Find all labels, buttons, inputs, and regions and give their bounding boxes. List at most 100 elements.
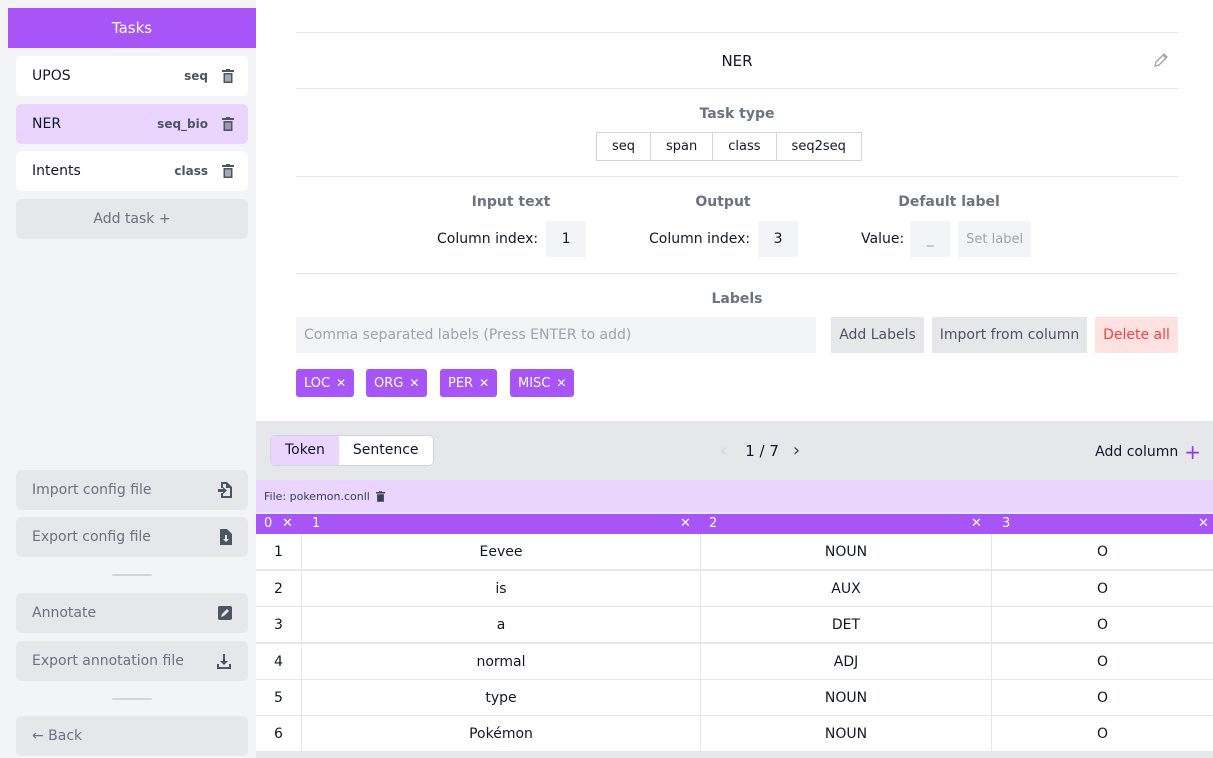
row-index: 4 xyxy=(274,654,283,670)
chevron-right-icon[interactable]: › xyxy=(793,440,800,461)
pagination: ‹ 1 / 7 › xyxy=(720,440,800,461)
task-type-title: Task type xyxy=(699,106,775,122)
table-cell[interactable]: O xyxy=(991,571,1213,607)
export-config-label: Export config file xyxy=(32,529,151,545)
divider xyxy=(296,176,1178,177)
label-chip[interactable]: ORG ✕ xyxy=(366,369,428,397)
label-chip-text: LOC xyxy=(304,375,331,391)
table-cell[interactable]: normal xyxy=(301,644,700,680)
default-label-row: Value: _ Set label xyxy=(861,221,1032,257)
table-cell[interactable]: O xyxy=(991,534,1213,570)
task-item-upos[interactable]: UPOS seq xyxy=(16,56,248,96)
add-labels-button[interactable]: Add Labels xyxy=(831,317,924,353)
divider xyxy=(296,32,1178,33)
add-task-button[interactable]: Add task + xyxy=(16,199,248,239)
close-icon[interactable]: ✕ xyxy=(1198,514,1209,534)
label-chip[interactable]: PER ✕ xyxy=(440,369,498,397)
table-cell[interactable]: NOUN xyxy=(700,534,991,570)
table-row: 4 normal ADJ O xyxy=(256,644,1213,680)
remove-icon[interactable]: ✕ xyxy=(409,376,419,390)
task-item-ner[interactable]: NER seq_bio xyxy=(16,104,248,144)
back-button[interactable]: ← Back xyxy=(16,716,248,756)
annotate-button[interactable]: Annotate xyxy=(16,593,248,633)
table-cell[interactable]: Pokémon xyxy=(301,716,700,752)
table-cell[interactable]: NOUN xyxy=(700,716,991,752)
remove-icon[interactable]: ✕ xyxy=(556,376,566,390)
output-column-index[interactable]: 3 xyxy=(758,221,799,257)
add-column-button[interactable]: Add column + xyxy=(1095,440,1201,464)
close-icon[interactable]: ✕ xyxy=(971,514,982,534)
column-header: 1 xyxy=(312,516,321,531)
table-cell[interactable]: a xyxy=(301,607,700,643)
plus-icon: + xyxy=(1184,440,1201,464)
input-text-title: Input text xyxy=(471,194,551,210)
task-item-intents[interactable]: Intents class xyxy=(16,151,248,191)
label-chip[interactable]: LOC ✕ xyxy=(296,369,355,397)
input-column-index[interactable]: 1 xyxy=(546,221,587,257)
row-index: 5 xyxy=(274,690,283,706)
table-row: 6 Pokémon NOUN O xyxy=(256,716,1213,752)
import-from-column-button[interactable]: Import from column xyxy=(932,317,1087,353)
task-type-class[interactable]: class xyxy=(713,133,777,160)
table-cell[interactable]: type xyxy=(301,680,700,716)
task-type-span[interactable]: span xyxy=(651,133,714,160)
default-value-input[interactable]: _ xyxy=(910,221,951,257)
tab-token[interactable]: Token xyxy=(271,436,339,465)
divider xyxy=(296,88,1178,89)
divider xyxy=(296,273,1178,274)
table-row: 3 a DET O xyxy=(256,607,1213,643)
task-type: seq xyxy=(184,69,208,83)
table-cell[interactable]: NOUN xyxy=(700,680,991,716)
task-type-seq2seq[interactable]: seq2seq xyxy=(776,133,861,160)
table-cell[interactable]: O xyxy=(991,680,1213,716)
trash-icon[interactable] xyxy=(222,117,234,131)
input-column-row: Column index: 1 xyxy=(437,221,587,257)
delete-all-button[interactable]: Delete all xyxy=(1095,317,1178,353)
page-indicator: 1 / 7 xyxy=(745,441,779,460)
file-download-icon xyxy=(220,529,232,545)
labels-input[interactable] xyxy=(296,317,816,353)
label-chip-text: ORG xyxy=(374,375,404,391)
set-label-button[interactable]: Set label xyxy=(958,221,1032,257)
table-row: 1 Eevee NOUN O xyxy=(256,534,1213,570)
sidebar-title: Tasks xyxy=(8,8,256,48)
table-cell[interactable]: O xyxy=(991,607,1213,643)
close-icon[interactable]: ✕ xyxy=(282,514,293,534)
task-type: class xyxy=(174,164,208,178)
tab-sentence[interactable]: Sentence xyxy=(339,436,433,465)
trash-icon[interactable] xyxy=(222,164,234,178)
import-config-button[interactable]: Import config file xyxy=(16,470,248,510)
sidebar-divider xyxy=(112,574,152,576)
table-cell[interactable]: O xyxy=(991,716,1213,752)
table-cell[interactable]: AUX xyxy=(700,571,991,607)
table-cell[interactable]: ADJ xyxy=(700,644,991,680)
export-annotation-button[interactable]: Export annotation file xyxy=(16,641,248,681)
file-bar: File: pokemon.conll xyxy=(256,480,1213,512)
close-icon[interactable]: ✕ xyxy=(680,514,691,534)
download-icon xyxy=(217,654,231,669)
table-cell[interactable]: is xyxy=(301,571,700,607)
trash-icon[interactable] xyxy=(222,69,234,83)
table-cell[interactable]: O xyxy=(991,644,1213,680)
table-row: 2 is AUX O xyxy=(256,571,1213,607)
label-chip-text: PER xyxy=(448,375,474,391)
task-type: seq_bio xyxy=(157,117,208,131)
remove-icon[interactable]: ✕ xyxy=(336,376,346,390)
output-title: Output xyxy=(695,194,751,210)
output-column-label: Column index: xyxy=(649,231,751,247)
export-config-button[interactable]: Export config file xyxy=(16,517,248,557)
pencil-icon[interactable] xyxy=(1153,52,1169,68)
sidebar: Tasks UPOS seq NER seq_bio Intents class… xyxy=(0,0,256,758)
edit-square-icon xyxy=(218,606,232,620)
task-type-seq[interactable]: seq xyxy=(597,133,652,160)
label-chip[interactable]: MISC ✕ xyxy=(510,369,575,397)
remove-icon[interactable]: ✕ xyxy=(479,376,489,390)
table-cell[interactable]: Eevee xyxy=(301,534,700,570)
labels-title: Labels xyxy=(711,291,763,307)
chevron-left-icon[interactable]: ‹ xyxy=(720,440,727,461)
trash-icon[interactable] xyxy=(375,490,385,502)
table-cell[interactable]: DET xyxy=(700,607,991,643)
row-index: 3 xyxy=(274,617,283,633)
table-row: 5 type NOUN O xyxy=(256,680,1213,716)
default-label-title: Default label xyxy=(898,194,1000,210)
